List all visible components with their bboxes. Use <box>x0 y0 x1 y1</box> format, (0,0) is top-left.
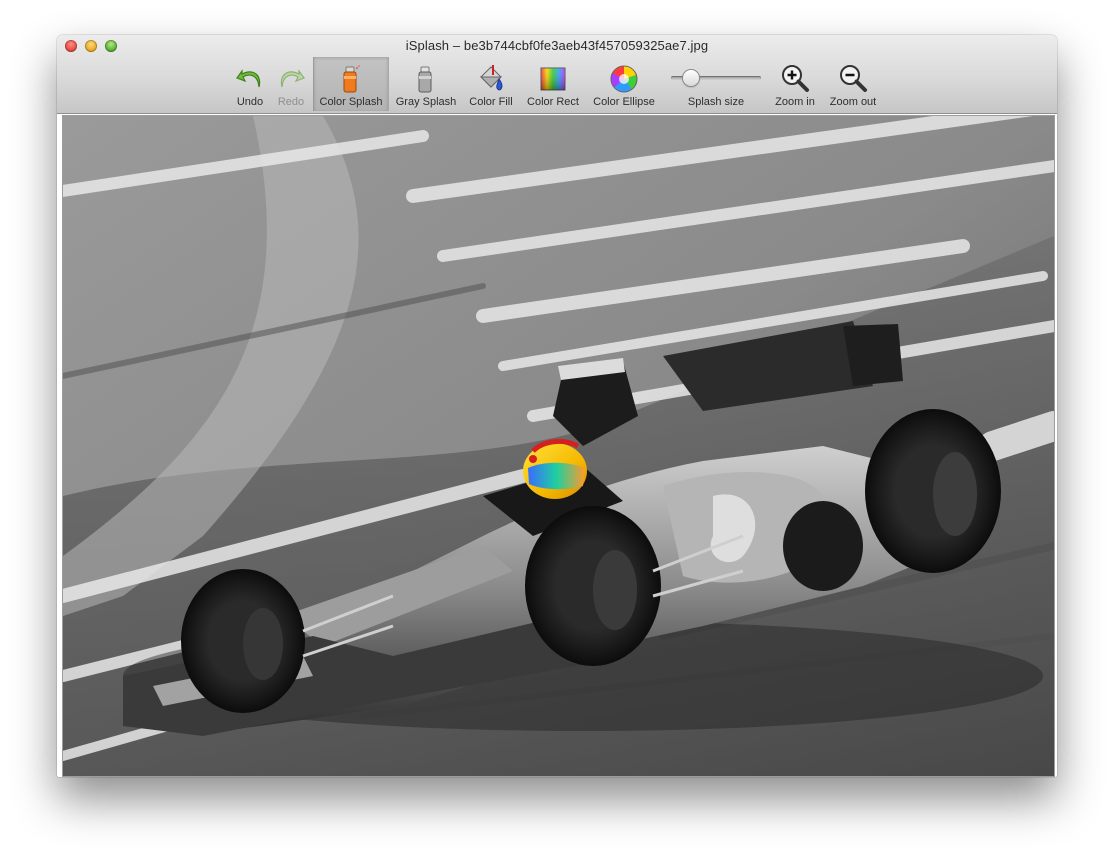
orange-spray-can-icon <box>335 63 367 95</box>
color-splash-label: Color Splash <box>319 96 383 108</box>
splash-size-label: Splash size <box>687 96 745 108</box>
zoom-in-label: Zoom in <box>775 96 815 108</box>
gray-splash-button[interactable]: Gray Splash <box>391 57 461 111</box>
color-rectangle-icon <box>537 63 569 95</box>
gray-splash-label: Gray Splash <box>395 96 457 108</box>
gray-spray-can-icon <box>410 63 442 95</box>
redo-button[interactable]: Redo <box>270 57 312 111</box>
color-ellipse-label: Color Ellipse <box>593 96 655 108</box>
window-title: iSplash – be3b744cbf0fe3aeb43f457059325a… <box>405 38 709 53</box>
color-rect-label: Color Rect <box>527 96 579 108</box>
redo-label: Redo <box>277 96 305 108</box>
zoom-out-magnifier-icon <box>837 63 869 95</box>
color-ellipse-button[interactable]: Color Ellipse <box>587 57 661 111</box>
zoom-out-label: Zoom out <box>829 96 877 108</box>
paint-bucket-icon <box>475 63 507 95</box>
undo-label: Undo <box>236 96 264 108</box>
color-fill-label: Color Fill <box>469 96 513 108</box>
color-splash-button[interactable]: Color Splash <box>313 57 389 111</box>
zoom-in-magnifier-icon <box>779 63 811 95</box>
splash-size-slider-knob[interactable] <box>683 70 699 86</box>
color-rect-button[interactable]: Color Rect <box>523 57 583 111</box>
toolbar: Undo Redo Color Splash Gray Splash Color… <box>57 57 1057 111</box>
race-car-photo <box>63 116 1054 776</box>
color-wheel-icon <box>608 63 640 95</box>
image-canvas[interactable] <box>62 115 1055 777</box>
title-bar: iSplash – be3b744cbf0fe3aeb43f457059325a… <box>57 35 1057 114</box>
redo-arrow-icon <box>275 63 307 95</box>
undo-arrow-icon <box>234 63 266 95</box>
color-fill-button[interactable]: Color Fill <box>463 57 519 111</box>
undo-button[interactable]: Undo <box>229 57 271 111</box>
zoom-in-button[interactable]: Zoom in <box>769 57 821 111</box>
zoom-out-button[interactable]: Zoom out <box>823 57 883 111</box>
app-window: iSplash – be3b744cbf0fe3aeb43f457059325a… <box>57 35 1057 777</box>
